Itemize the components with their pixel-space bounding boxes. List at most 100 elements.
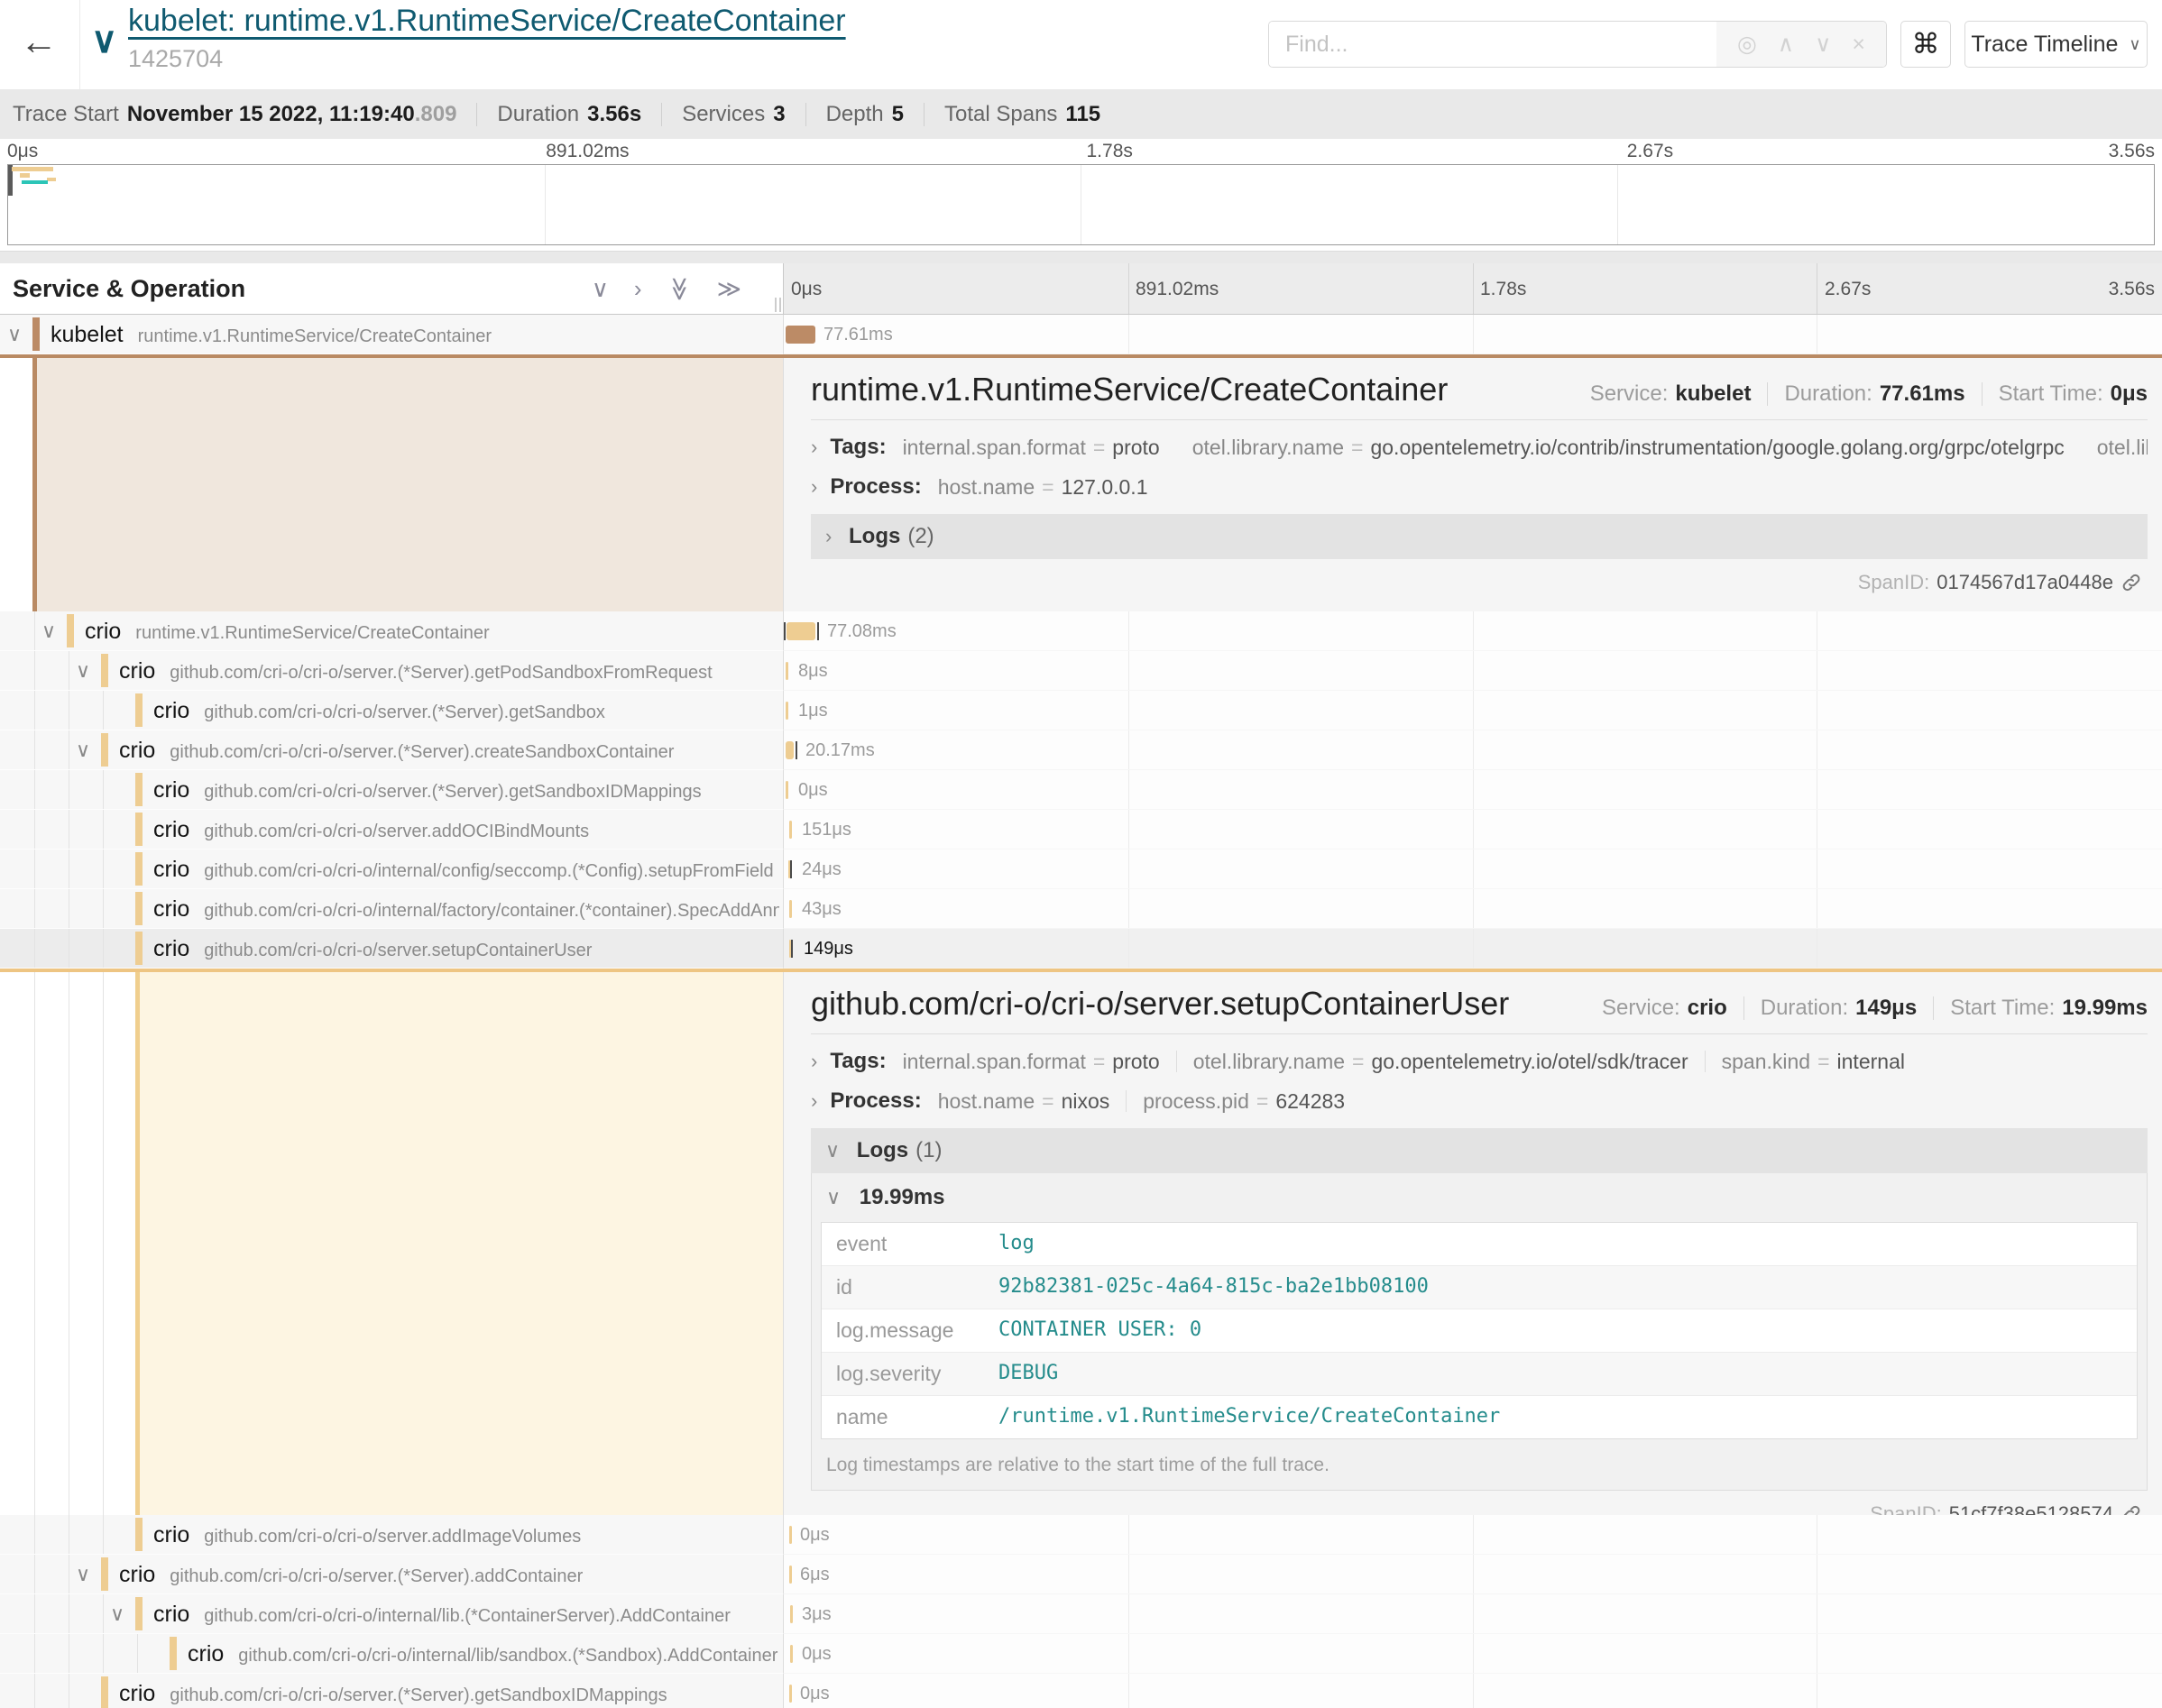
span-row[interactable]: criogithub.com/cri-o/cri-o/server.(*Serv… xyxy=(0,691,2162,730)
span-row[interactable]: crio github.com/cri-o/cri-o/internal/lib/… xyxy=(0,1634,2162,1674)
trace-title-block: kubelet: runtime.v1.RuntimeService/Creat… xyxy=(128,4,846,73)
total-spans-value: 115 xyxy=(1065,102,1100,127)
span-bar[interactable] xyxy=(790,1605,793,1623)
service-label: Service: xyxy=(1602,996,1680,1021)
trace-title-link[interactable]: kubelet: runtime.v1.RuntimeService/Creat… xyxy=(128,4,846,39)
span-bar[interactable] xyxy=(786,781,788,799)
log-field-key: log.message xyxy=(822,1318,998,1343)
next-match-icon[interactable]: ∨ xyxy=(1815,31,1831,58)
keyboard-shortcuts-button[interactable]: ⌘ xyxy=(1900,21,1951,68)
chevron-down-icon[interactable]: ∨ xyxy=(76,730,90,770)
chevron-down-icon[interactable]: ∨ xyxy=(41,611,56,651)
span-row[interactable]: criogithub.com/cri-o/cri-o/server.(*Serv… xyxy=(0,770,2162,810)
link-icon[interactable] xyxy=(2121,1503,2142,1515)
spanid-label: SpanID: xyxy=(1870,1502,1942,1515)
span-bar[interactable] xyxy=(789,1566,792,1584)
chevron-down-icon[interactable]: ∨ xyxy=(76,651,90,691)
trace-summary-bar: Trace Start November 15 2022, 11:19:40.8… xyxy=(0,90,2162,139)
span-row[interactable]: ∨ crioruntime.v1.RuntimeService/CreateCo… xyxy=(0,611,2162,651)
trace-id: 1425704 xyxy=(128,45,846,73)
chevron-right-icon[interactable]: › xyxy=(811,1089,817,1113)
tags-row[interactable]: › Tags: internal.span.format=proto otel.… xyxy=(811,435,2148,460)
log-field-key: name xyxy=(822,1405,998,1429)
clear-search-icon[interactable]: × xyxy=(1852,32,1865,58)
chevron-down-icon[interactable]: ∨ xyxy=(7,315,22,354)
expand-one-icon[interactable]: › xyxy=(634,275,642,303)
span-bar[interactable] xyxy=(789,1526,792,1544)
span-bar[interactable] xyxy=(787,622,815,640)
collapse-one-icon[interactable]: ∨ xyxy=(592,275,609,303)
span-bar[interactable] xyxy=(789,900,792,918)
span-detail-row: runtime.v1.RuntimeService/CreateContaine… xyxy=(0,354,2162,611)
span-bar[interactable] xyxy=(790,1645,793,1663)
timeline-ticks: 0μs 891.02ms 1.78s 2.67s 3.56s xyxy=(783,263,2162,314)
span-operation: github.com/cri-o/cri-o/server.setupConta… xyxy=(204,941,592,960)
span-operation: github.com/cri-o/cri-o/server.(*Server).… xyxy=(170,1566,583,1586)
prev-match-icon[interactable]: ∧ xyxy=(1778,31,1794,58)
span-row[interactable]: ∨ kubeletruntime.v1.RuntimeService/Creat… xyxy=(0,315,2162,354)
span-bar[interactable] xyxy=(788,860,790,878)
span-row[interactable]: crio github.com/cri-o/cri-o/server.(*Serv… xyxy=(0,1674,2162,1708)
collapse-trace-icon[interactable]: ∨ xyxy=(91,20,117,61)
log-entry-header[interactable]: ∨ 19.99ms xyxy=(821,1173,2138,1222)
chevron-right-icon[interactable]: › xyxy=(811,475,817,499)
link-icon[interactable] xyxy=(2121,572,2142,593)
minimap-canvas[interactable] xyxy=(7,164,2155,245)
locate-icon[interactable]: ◎ xyxy=(1737,31,1757,58)
span-bar[interactable] xyxy=(789,821,792,839)
process-key: host.name xyxy=(938,475,1035,500)
expand-all-icon[interactable]: ≫ xyxy=(717,275,741,303)
span-row[interactable]: ∨ criogithub.com/cri-o/cri-o/server.(*Se… xyxy=(0,651,2162,691)
minimap-tick: 1.78s xyxy=(1087,141,1133,162)
span-duration: 6μs xyxy=(800,1555,830,1594)
collapse-all-icon[interactable]: ≫ xyxy=(666,276,694,300)
process-row[interactable]: › Process: host.name=nixos process.pid=6… xyxy=(811,1088,2148,1114)
divider xyxy=(476,103,477,126)
span-row[interactable]: criogithub.com/cri-o/cri-o/internal/fact… xyxy=(0,889,2162,929)
span-bar[interactable] xyxy=(786,326,815,344)
span-duration: 43μs xyxy=(802,889,842,929)
log-field-value: CONTAINER USER: 0 xyxy=(998,1318,1201,1343)
logs-accordion[interactable]: ∨ Logs(1) xyxy=(811,1128,2148,1173)
back-button[interactable]: ← xyxy=(20,20,58,63)
span-bar[interactable] xyxy=(786,741,794,759)
chevron-right-icon[interactable]: › xyxy=(811,1050,817,1073)
span-bar[interactable] xyxy=(786,702,788,720)
span-row[interactable]: criogithub.com/cri-o/cri-o/server.addOCI… xyxy=(0,810,2162,849)
span-color-bar xyxy=(135,932,143,965)
span-operation: github.com/cri-o/cri-o/internal/lib/sand… xyxy=(238,1646,777,1666)
chevron-right-icon[interactable]: › xyxy=(811,436,817,459)
tags-row[interactable]: › Tags: internal.span.format=proto otel.… xyxy=(811,1049,2148,1074)
span-service: crio xyxy=(188,1641,224,1667)
jaeger-trace-page: ← ∨ kubelet: runtime.v1.RuntimeService/C… xyxy=(0,0,2162,1708)
view-selector-button[interactable]: Trace Timeline ∨ xyxy=(1964,21,2148,68)
log-field-value: DEBUG xyxy=(998,1362,1058,1386)
log-field-row: log.severityDEBUG xyxy=(822,1353,2137,1396)
divider xyxy=(805,103,806,126)
process-row[interactable]: › Process: host.name=127.0.0.1 xyxy=(811,474,2148,500)
find-input[interactable] xyxy=(1269,22,1716,67)
span-row[interactable]: criogithub.com/cri-o/cri-o/internal/conf… xyxy=(0,849,2162,889)
column-resizer[interactable] xyxy=(775,298,781,312)
top-bar: ← ∨ kubelet: runtime.v1.RuntimeService/C… xyxy=(0,0,2162,90)
chevron-down-icon[interactable]: ∨ xyxy=(110,1594,124,1634)
span-row-selected[interactable]: criogithub.com/cri-o/cri-o/server.setupC… xyxy=(0,929,2162,969)
span-color-bar xyxy=(135,813,143,846)
services-label: Services xyxy=(682,102,765,127)
span-bar[interactable] xyxy=(789,940,791,958)
span-service: crio xyxy=(153,857,189,882)
tag-value: go.opentelemetry.io/otel/sdk/tracer xyxy=(1371,1050,1688,1074)
span-color-bar xyxy=(135,852,143,886)
span-row[interactable]: ∨ criogithub.com/cri-o/cri-o/internal/li… xyxy=(0,1594,2162,1634)
span-operation: github.com/cri-o/cri-o/server.(*Server).… xyxy=(170,1685,667,1705)
logs-accordion[interactable]: › Logs(2) xyxy=(811,514,2148,559)
log-field-value: /runtime.v1.RuntimeService/CreateContain… xyxy=(998,1405,1500,1429)
span-row[interactable]: ∨ criogithub.com/cri-o/cri-o/server.(*Se… xyxy=(0,1555,2162,1594)
process-value: 127.0.0.1 xyxy=(1062,475,1148,500)
chevron-down-icon[interactable]: ∨ xyxy=(76,1555,90,1594)
span-service: crio xyxy=(119,1681,155,1706)
span-row[interactable]: criogithub.com/cri-o/cri-o/server.addIma… xyxy=(0,1515,2162,1555)
span-row[interactable]: ∨ criogithub.com/cri-o/cri-o/server.(*Se… xyxy=(0,730,2162,770)
span-bar[interactable] xyxy=(786,662,788,680)
span-bar[interactable] xyxy=(789,1685,792,1703)
